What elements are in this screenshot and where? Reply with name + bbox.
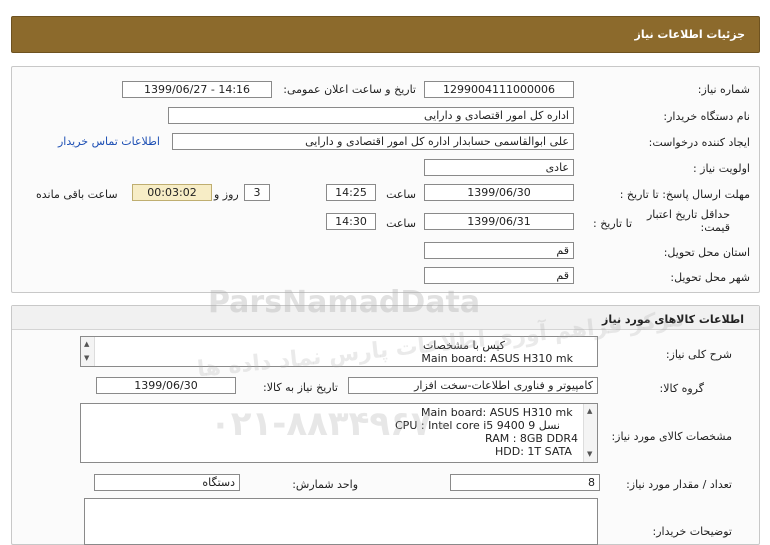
- page-title: جزئیات اطلاعات نیاز: [634, 28, 746, 41]
- summary-scrollbar[interactable]: ▲ ▼: [81, 337, 95, 366]
- qty-field: 8: [450, 474, 600, 491]
- deadline-time-label: ساعت: [386, 188, 416, 201]
- province-field: قم: [424, 242, 574, 259]
- spec-line: CPU : Intel core i5 9400 نسل 9: [395, 419, 560, 432]
- need-number-label: شماره نیاز:: [697, 83, 750, 96]
- province-label: استان محل تحویل:: [663, 246, 750, 259]
- spec-scrollbar[interactable]: ▲ ▼: [583, 404, 597, 462]
- buyer-notes-label: توضیحات خریدار:: [652, 525, 733, 538]
- days-count-field: 3: [244, 184, 270, 201]
- price-validity-label: حداقل تاریخ اعتبار قیمت:: [646, 208, 730, 234]
- scroll-down-icon[interactable]: ▼: [587, 448, 592, 461]
- requester-field: علی ابوالقاسمی حسابدار اداره کل امور اقت…: [172, 133, 574, 150]
- spec-label: مشخصات کالای مورد نیاز:: [611, 430, 732, 443]
- spec-line: RAM : 8GB DDR4: [485, 432, 579, 445]
- validity-time-label: ساعت: [386, 217, 416, 230]
- deadline-date-field: 1399/06/30: [424, 184, 574, 201]
- deadline-time-field: 14:25: [326, 184, 376, 201]
- scroll-down-icon[interactable]: ▼: [84, 352, 89, 365]
- buyer-org-field: اداره کل امور اقتصادی و دارایی: [168, 107, 574, 124]
- summary-textarea[interactable]: ▲ ▼ کیس با مشخصات Main board: ASUS H310 …: [80, 336, 598, 367]
- spec-textarea[interactable]: ▲ ▼ Main board: ASUS H310 mk CPU : Intel…: [80, 403, 598, 463]
- deadline-label: مهلت ارسال پاسخ: تا تاریخ :: [619, 188, 750, 201]
- scroll-up-icon[interactable]: ▲: [587, 405, 592, 418]
- group-field: کامپیوتر و فناوری اطلاعات-سخت افزار: [348, 377, 598, 394]
- scroll-up-icon[interactable]: ▲: [84, 338, 89, 351]
- need-info-panel: [11, 66, 760, 293]
- qty-label: تعداد / مقدار مورد نیاز:: [626, 478, 732, 491]
- announce-field: 1399/06/27 - 14:16: [122, 81, 272, 98]
- buyer-org-label: نام دستگاه خریدار:: [663, 110, 750, 123]
- priority-label: اولویت نیاز :: [692, 162, 750, 175]
- requester-label: ایجاد کننده درخواست:: [648, 136, 750, 149]
- validity-date-field: 1399/06/31: [424, 213, 574, 230]
- buyer-notes-textarea[interactable]: [84, 498, 598, 545]
- remaining-time-field: 00:03:02: [132, 184, 212, 201]
- spec-line: HDD: 1T SATA: [495, 445, 572, 458]
- need-number-field: 1299004111000006: [424, 81, 574, 98]
- unit-field: دستگاه: [94, 474, 240, 491]
- page-title-bar: جزئیات اطلاعات نیاز: [11, 16, 760, 53]
- spec-line: Main board: ASUS H310 mk: [421, 406, 573, 419]
- validity-time-field: 14:30: [326, 213, 376, 230]
- priority-field: عادی: [424, 159, 574, 176]
- city-label: شهر محل تحویل:: [670, 271, 750, 284]
- unit-label: واحد شمارش:: [292, 478, 358, 491]
- goods-section-title: اطلاعات کالاهای مورد نیاز: [602, 313, 744, 326]
- city-field: قم: [424, 267, 574, 284]
- remaining-label: ساعت باقی مانده: [36, 188, 118, 201]
- summary-line: Main board: ASUS H310 mk: [421, 352, 573, 365]
- need-date-field: 1399/06/30: [96, 377, 236, 394]
- price-validity-to-label: تا تاریخ :: [593, 217, 632, 230]
- buyer-contact-link[interactable]: اطلاعات تماس خریدار: [58, 135, 160, 148]
- announce-label: تاریخ و ساعت اعلان عمومی:: [283, 83, 416, 96]
- summary-line: کیس با مشخصات: [422, 339, 505, 352]
- days-label: روز و: [214, 188, 239, 201]
- summary-label: شرح کلی نیاز:: [665, 348, 732, 361]
- group-label: گروه کالا:: [659, 382, 704, 395]
- need-date-label: تاریخ نیاز به کالا:: [263, 381, 338, 394]
